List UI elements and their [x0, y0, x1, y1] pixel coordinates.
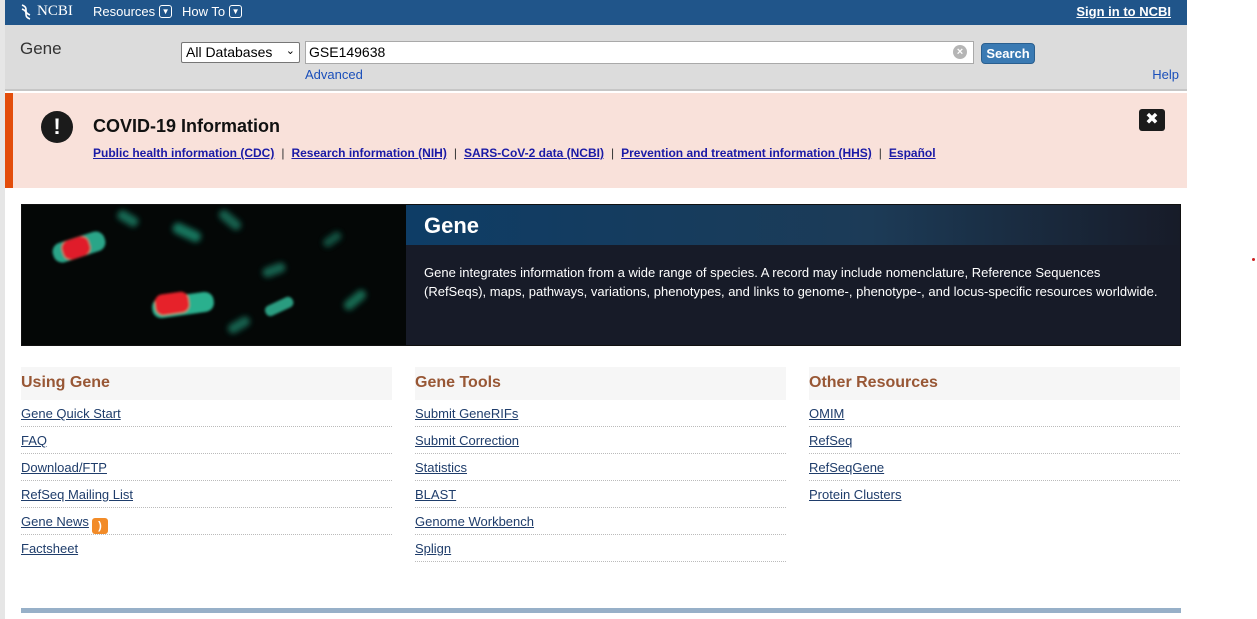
list-item: RefSeq [809, 427, 1180, 454]
link-download-ftp[interactable]: Download/FTP [21, 460, 107, 475]
link-gene-news[interactable]: Gene News [21, 514, 89, 529]
covid-banner-title: COVID-19 Information [93, 116, 281, 136]
covid-links: Public health information (CDC) | Research… [93, 146, 936, 160]
section-divider [21, 608, 1181, 613]
list-item: Splign [415, 535, 786, 562]
search-button[interactable]: Search [981, 43, 1035, 64]
list-item: Gene News) [21, 508, 392, 535]
sign-in-link[interactable]: Sign in to NCBI [1076, 4, 1171, 19]
link-splign[interactable]: Splign [415, 541, 451, 556]
ncbi-gene-page: NCBI Resources ▼ How To ▼ Sign in to NCB… [0, 0, 1257, 619]
covid-banner: ! COVID-19 Information Public health inf… [5, 93, 1187, 188]
search-bar: Gene All Databases ⌄ GSE149638 × Search … [5, 25, 1187, 91]
list-item: Gene Quick Start [21, 400, 392, 427]
cursor-dot [1252, 258, 1255, 261]
hero-banner: Gene Gene integrates information from a … [21, 204, 1181, 346]
chevron-down-icon: ▼ [159, 5, 173, 18]
link-genome-workbench[interactable]: Genome Workbench [415, 514, 534, 529]
link-gene-quick-start[interactable]: Gene Quick Start [21, 406, 121, 421]
link-refseqgene[interactable]: RefSeqGene [809, 460, 884, 475]
rss-feed-icon[interactable]: ) [91, 518, 108, 534]
ncbi-helix-icon [19, 3, 33, 20]
database-name: Gene [20, 39, 62, 58]
column-heading: Gene Tools [415, 367, 786, 400]
advanced-search-link[interactable]: Advanced [305, 67, 363, 82]
link-submit-generifs[interactable]: Submit GeneRIFs [415, 406, 518, 421]
link-separator: | [453, 146, 457, 160]
other-resources-column: Other Resources OMIM RefSeq RefSeqGene P… [809, 367, 1180, 508]
link-protein-clusters[interactable]: Protein Clusters [809, 487, 901, 502]
covid-link-cdc[interactable]: Public health information (CDC) [93, 146, 274, 160]
list-item: Submit Correction [415, 427, 786, 454]
clear-icon[interactable]: × [953, 45, 967, 59]
howto-menu[interactable]: How To ▼ [182, 4, 243, 19]
database-select[interactable]: All Databases ⌄ [181, 42, 300, 63]
link-submit-correction[interactable]: Submit Correction [415, 433, 519, 448]
hero-description: Gene integrates information from a wide … [424, 265, 1158, 299]
list-item: FAQ [21, 427, 392, 454]
gene-tools-column: Gene Tools Submit GeneRIFs Submit Correc… [415, 367, 786, 562]
link-list: OMIM RefSeq RefSeqGene Protein Clusters [809, 400, 1180, 508]
list-item: BLAST [415, 481, 786, 508]
chevron-down-icon: ⌄ [285, 45, 295, 57]
hero-title: Gene [424, 213, 480, 238]
ncbi-logo-text: NCBI [37, 3, 73, 19]
covid-link-hhs[interactable]: Prevention and treatment information (HH… [621, 146, 872, 160]
ncbi-logo[interactable]: NCBI [19, 3, 73, 20]
howto-menu-label: How To [182, 4, 226, 19]
covid-link-nih[interactable]: Research information (NIH) [291, 146, 446, 160]
search-input[interactable]: GSE149638 × [305, 41, 974, 64]
resources-menu-label: Resources [93, 4, 156, 19]
link-separator: | [281, 146, 285, 160]
link-statistics[interactable]: Statistics [415, 460, 467, 475]
close-icon: ✖ [1145, 111, 1159, 128]
list-item: Genome Workbench [415, 508, 786, 535]
search-input-value: GSE149638 [309, 44, 386, 60]
list-item: Submit GeneRIFs [415, 400, 786, 427]
link-blast[interactable]: BLAST [415, 487, 456, 502]
help-link[interactable]: Help [1152, 67, 1179, 82]
link-refseq[interactable]: RefSeq [809, 433, 852, 448]
link-separator: | [610, 146, 615, 160]
link-faq[interactable]: FAQ [21, 433, 47, 448]
link-omim[interactable]: OMIM [809, 406, 844, 421]
using-gene-column: Using Gene Gene Quick Start FAQ Download… [21, 367, 392, 562]
column-heading: Other Resources [809, 367, 1180, 400]
chevron-down-icon: ▼ [229, 5, 243, 18]
list-item: Protein Clusters [809, 481, 1180, 508]
link-list: Gene Quick Start FAQ Download/FTP RefSeq… [21, 400, 392, 562]
resources-menu[interactable]: Resources ▼ [93, 4, 173, 19]
hero-title-band: Gene [406, 205, 1180, 245]
database-select-value: All Databases [186, 44, 273, 60]
column-heading: Using Gene [21, 367, 392, 400]
close-banner-button[interactable]: ✖ [1139, 109, 1165, 131]
link-factsheet[interactable]: Factsheet [21, 541, 78, 556]
covid-link-espanol[interactable]: Español [889, 146, 936, 160]
covid-link-ncbi[interactable]: SARS-CoV-2 data (NCBI) [464, 146, 604, 160]
list-item: OMIM [809, 400, 1180, 427]
list-item: RefSeq Mailing List [21, 481, 392, 508]
list-item: RefSeqGene [809, 454, 1180, 481]
list-item: Download/FTP [21, 454, 392, 481]
list-item: Factsheet [21, 535, 392, 562]
exclamation-icon: ! [41, 111, 73, 143]
chromosome-image [22, 205, 406, 345]
ncbi-header-bar: NCBI Resources ▼ How To ▼ Sign in to NCB… [5, 0, 1187, 25]
link-list: Submit GeneRIFs Submit Correction Statis… [415, 400, 786, 562]
link-separator: | [878, 146, 882, 160]
list-item: Statistics [415, 454, 786, 481]
link-refseq-mailing-list[interactable]: RefSeq Mailing List [21, 487, 133, 502]
